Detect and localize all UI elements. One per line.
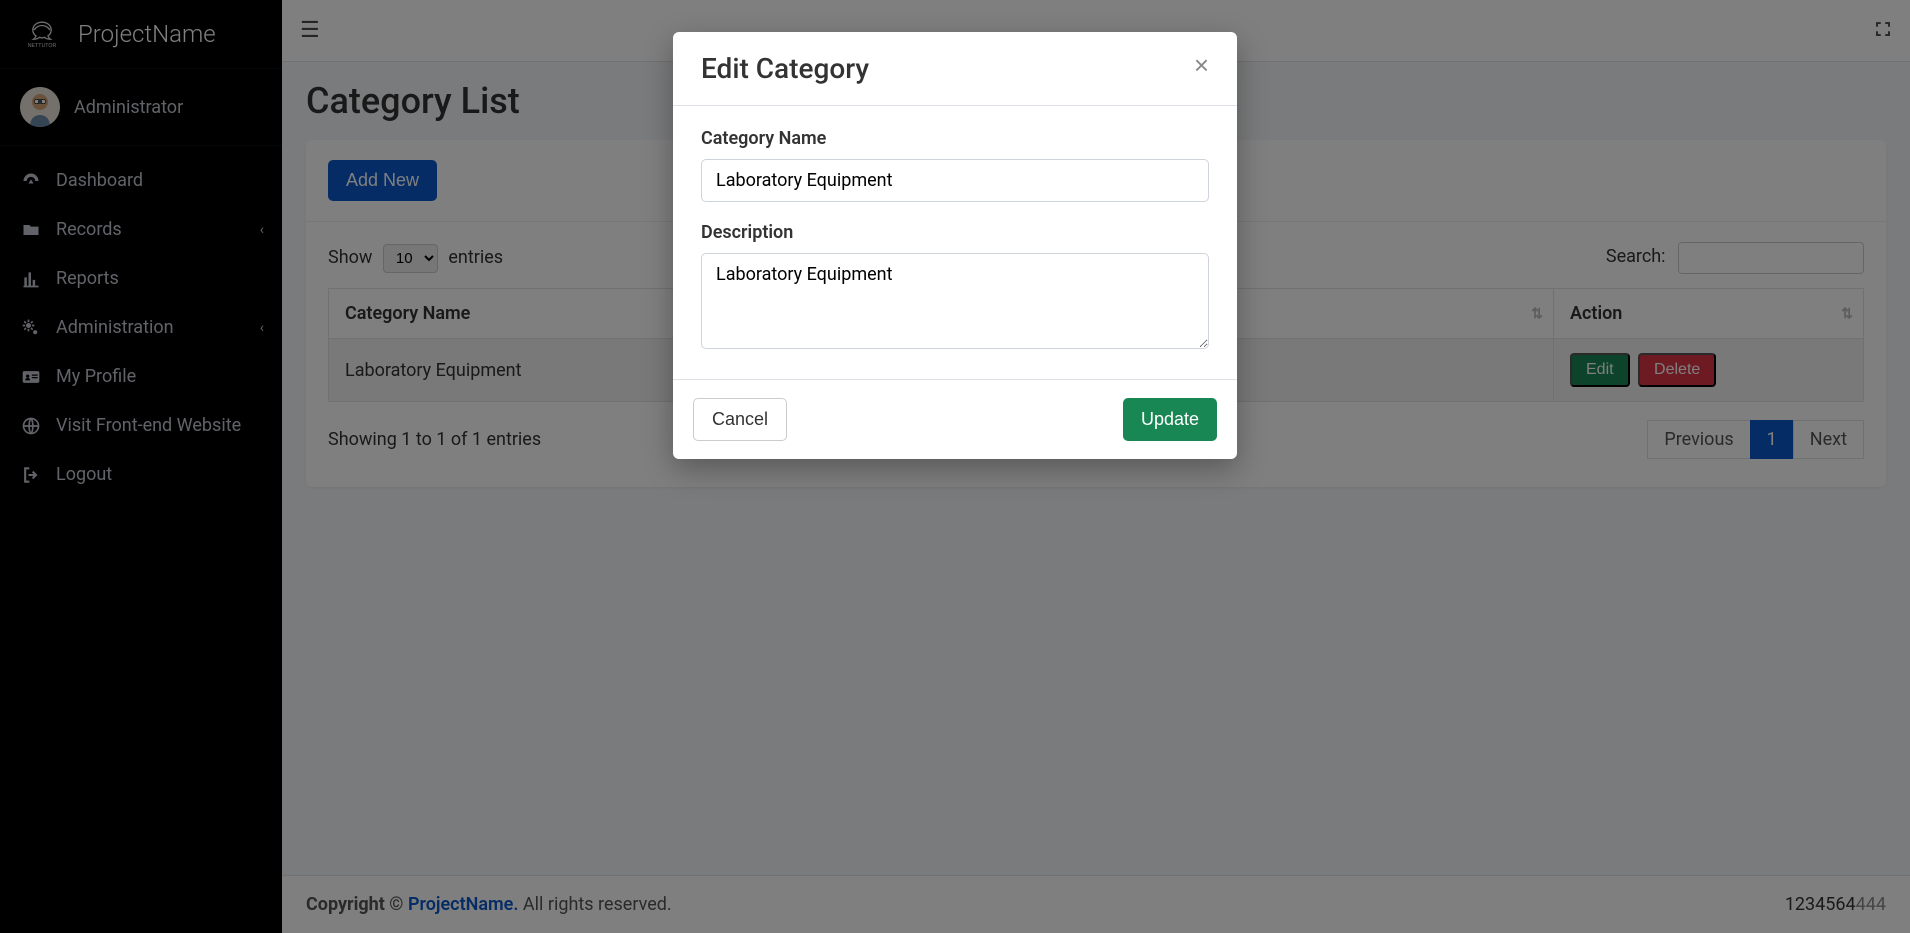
modal-footer: Cancel Update <box>673 379 1237 459</box>
cancel-button[interactable]: Cancel <box>693 398 787 441</box>
category-name-input[interactable] <box>701 159 1209 202</box>
modal-body: Category Name Description Laboratory Equ… <box>673 106 1237 379</box>
form-group-name: Category Name <box>701 128 1209 202</box>
description-label: Description <box>701 222 1209 243</box>
modal-title: Edit Category <box>701 52 869 85</box>
modal-header: Edit Category × <box>673 32 1237 106</box>
description-textarea[interactable]: Laboratory Equipment <box>701 253 1209 349</box>
update-button[interactable]: Update <box>1123 398 1217 441</box>
close-icon[interactable]: × <box>1194 52 1209 78</box>
category-name-label: Category Name <box>701 128 1209 149</box>
edit-category-modal: Edit Category × Category Name Descriptio… <box>673 32 1237 459</box>
form-group-description: Description Laboratory Equipment <box>701 222 1209 353</box>
